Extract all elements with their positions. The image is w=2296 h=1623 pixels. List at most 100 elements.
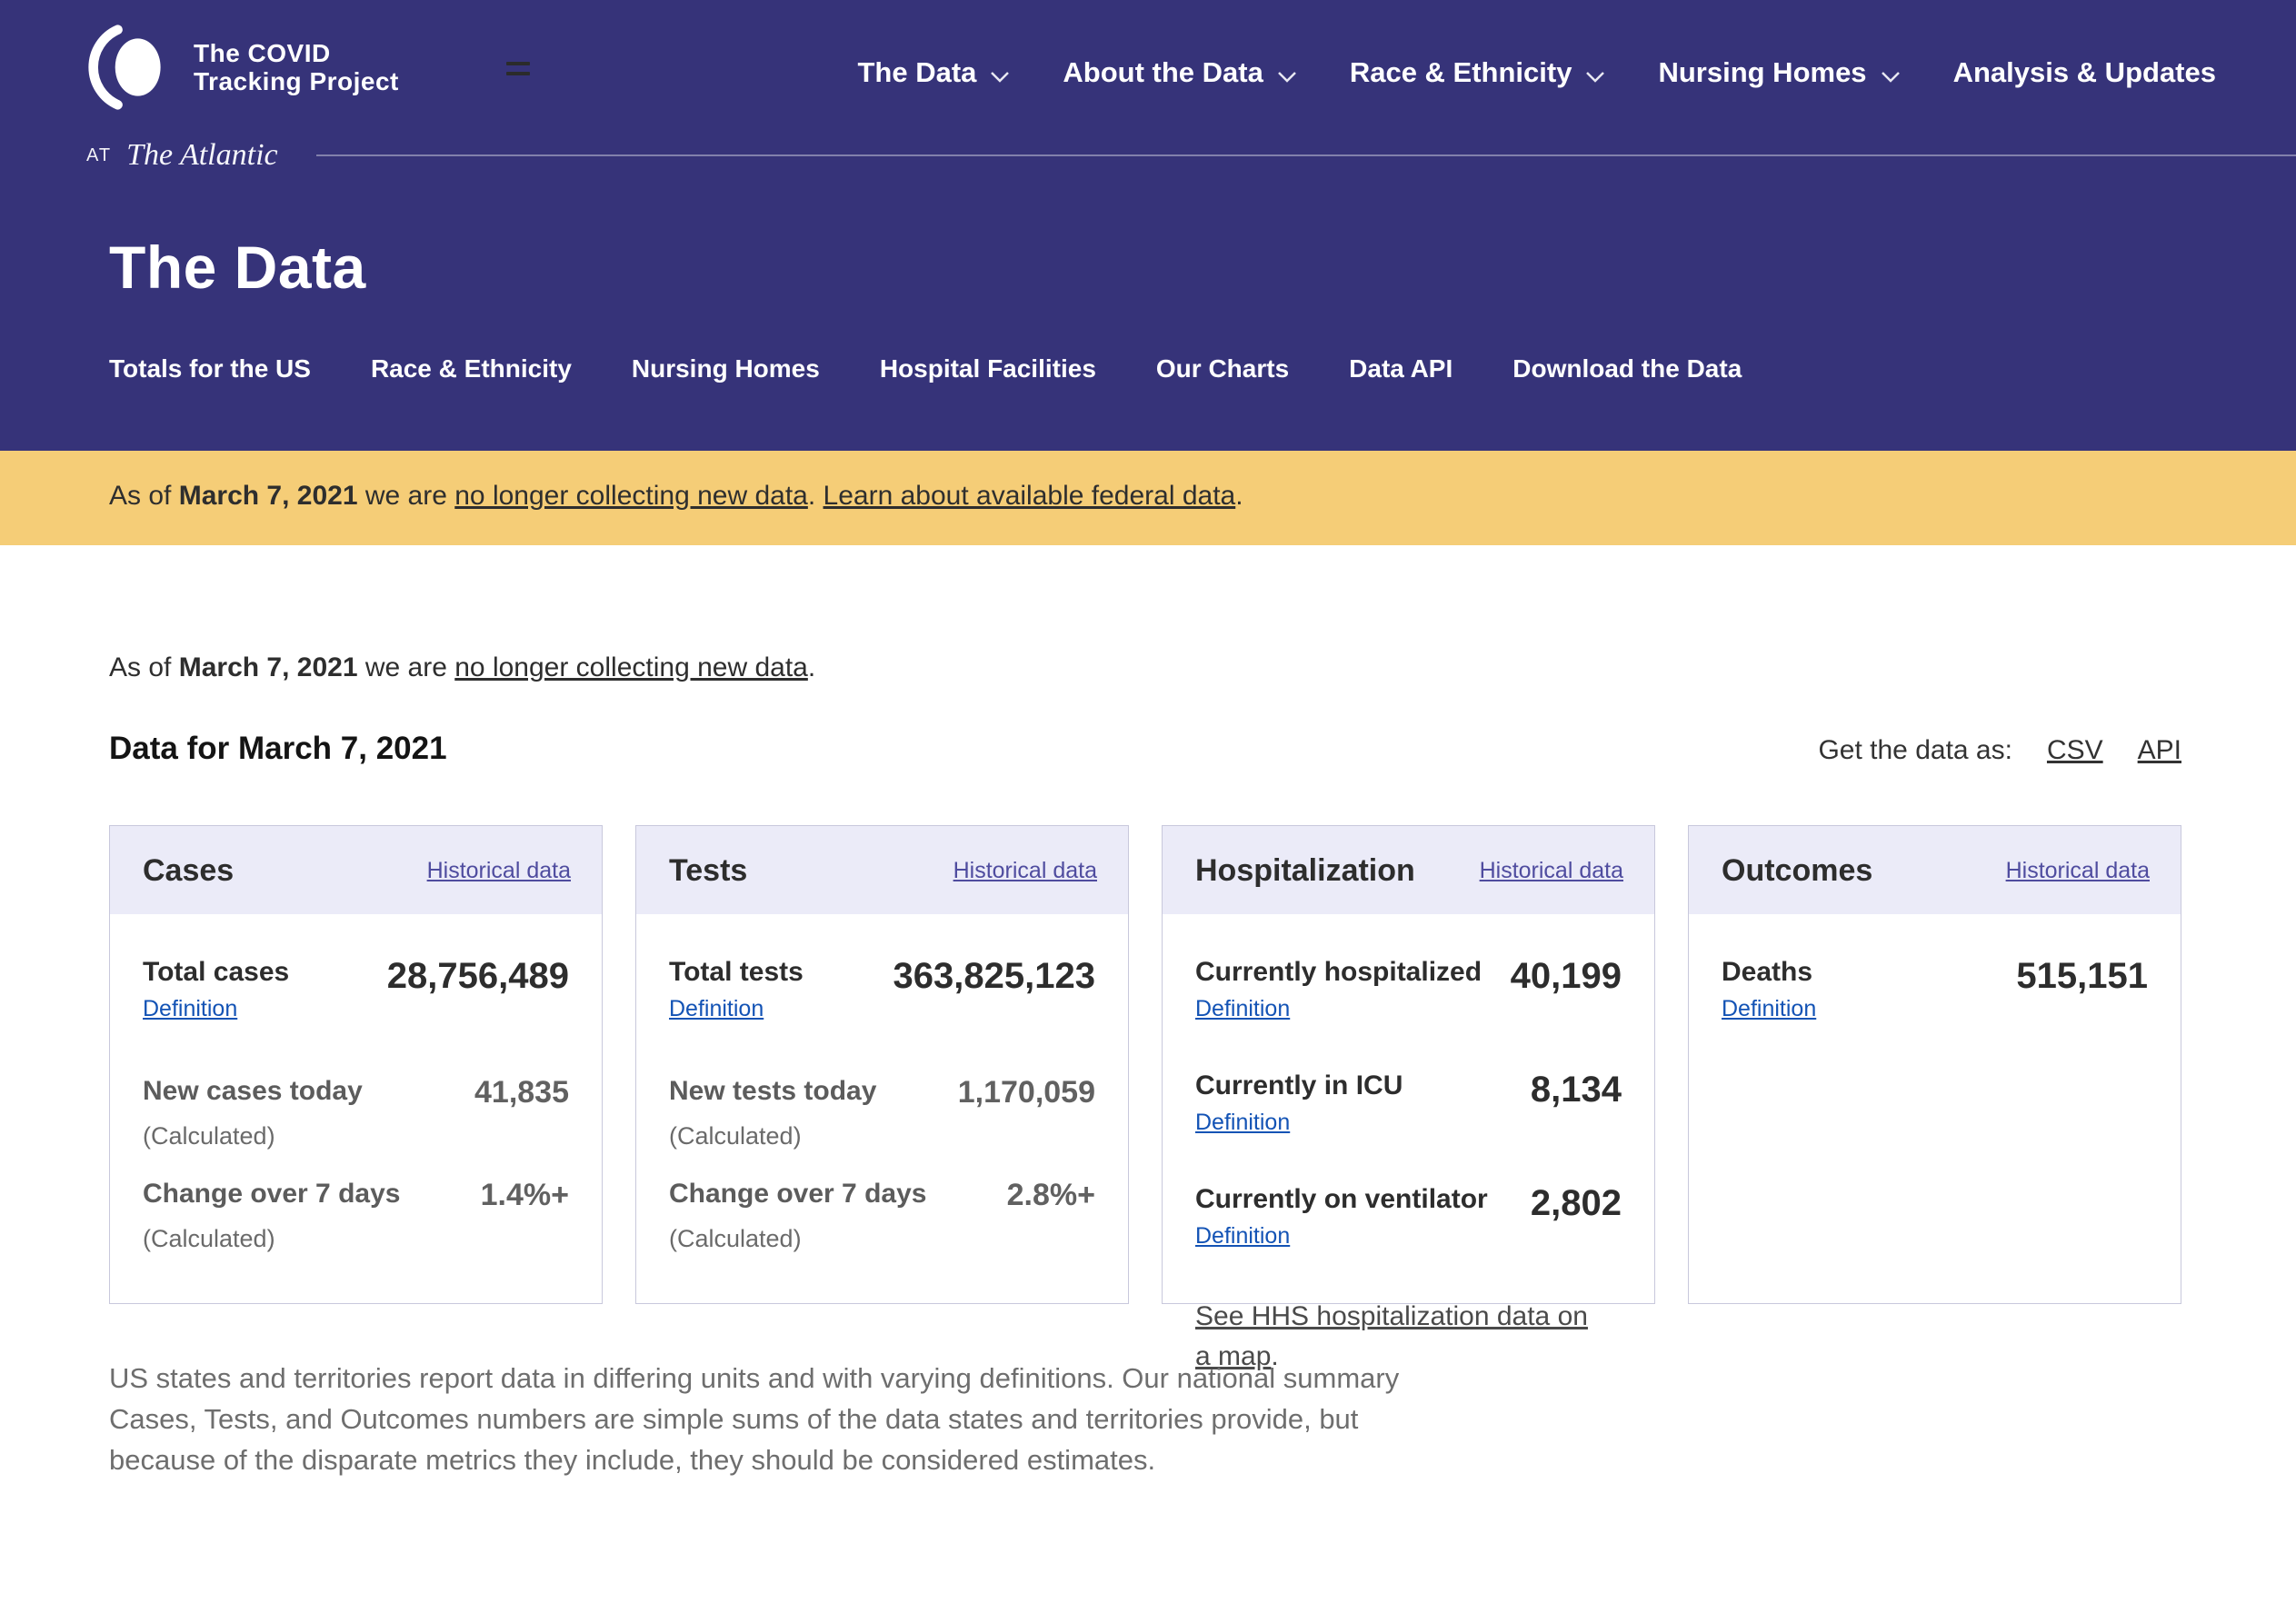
nav-item-analysis-updates[interactable]: Analysis & Updates	[1953, 56, 2216, 89]
stat-row: Total tests Definition 363,825,123	[669, 956, 1095, 1022]
brand-name-line1: The COVID	[194, 39, 399, 67]
nav-item-about-the-data[interactable]: About the Data	[1063, 55, 1296, 91]
calculated-note: (Calculated)	[669, 1225, 926, 1253]
csv-link[interactable]: CSV	[2047, 735, 2103, 766]
the-atlantic-wordmark[interactable]: The Atlantic	[126, 138, 278, 173]
card-header: Tests Historical data	[636, 826, 1128, 914]
stat-value: 1.4%+	[481, 1178, 569, 1213]
card-body: Total cases Definition 28,756,489 New ca…	[110, 914, 602, 1253]
get-data-group: Get the data as: CSV API	[1818, 735, 2181, 766]
nav-item-the-data[interactable]: The Data	[857, 55, 1010, 91]
card-header: Cases Historical data	[110, 826, 602, 914]
stat-value: 41,835	[474, 1075, 569, 1110]
card-hospitalization: Hospitalization Historical data Currentl…	[1162, 825, 1655, 1304]
card-title: Outcomes	[1722, 853, 1872, 889]
stat-label: New cases today	[143, 1075, 363, 1108]
stat-row: New cases today (Calculated) 41,835	[143, 1075, 569, 1150]
card-title: Cases	[143, 853, 234, 889]
menu-icon-bar	[506, 72, 530, 75]
banner-text: .	[808, 481, 815, 511]
card-outcomes: Outcomes Historical data Deaths Definiti…	[1688, 825, 2181, 1304]
historical-data-link[interactable]: Historical data	[953, 858, 1097, 884]
card-body: Total tests Definition 363,825,123 New t…	[636, 914, 1128, 1253]
stat-row: Currently in ICU Definition 8,134	[1195, 1070, 1622, 1136]
card-header: Hospitalization Historical data	[1163, 826, 1654, 914]
notice-banner: As of March 7, 2021 we are no longer col…	[0, 451, 2296, 545]
subnav-our-charts[interactable]: Our Charts	[1156, 354, 1289, 383]
nav-item-label: Analysis & Updates	[1953, 56, 2216, 89]
subnav-hospital-facilities[interactable]: Hospital Facilities	[880, 354, 1096, 383]
stat-row: Change over 7 days (Calculated) 2.8%+	[669, 1178, 1095, 1253]
banner-date: March 7, 2021	[179, 481, 358, 511]
calculated-note: (Calculated)	[143, 1225, 400, 1253]
definition-link[interactable]: Definition	[1722, 996, 1816, 1022]
stat-value: 515,151	[2016, 956, 2148, 997]
notice-text: .	[808, 652, 815, 682]
stat-value: 2.8%+	[1007, 1178, 1095, 1213]
card-header: Outcomes Historical data	[1689, 826, 2181, 914]
stat-row: Deaths Definition 515,151	[1722, 956, 2148, 1022]
definition-link[interactable]: Definition	[1195, 996, 1290, 1022]
banner-text: As of	[109, 481, 171, 511]
api-link[interactable]: API	[2138, 735, 2181, 766]
site-header: The COVID Tracking Project The Data Abou…	[0, 0, 2296, 451]
card-body: Deaths Definition 515,151	[1689, 914, 2181, 1022]
main-nav: The Data About the Data Race & Ethnicity	[857, 55, 2216, 91]
card-title: Hospitalization	[1195, 853, 1415, 889]
calculated-note: (Calculated)	[669, 1122, 876, 1150]
stat-label: Currently on ventilator	[1195, 1183, 1488, 1216]
estimates-footnote: US states and territories report data in…	[109, 1359, 1441, 1481]
nav-item-nursing-homes[interactable]: Nursing Homes	[1658, 55, 1900, 91]
subnav-totals-for-the-us[interactable]: Totals for the US	[109, 354, 311, 383]
definition-link[interactable]: Definition	[1195, 1110, 1290, 1136]
banner-link-federal-data[interactable]: Learn about available federal data	[824, 481, 1236, 511]
subnav-race-ethnicity[interactable]: Race & Ethnicity	[371, 354, 572, 383]
menu-icon[interactable]	[506, 62, 530, 82]
card-title: Tests	[669, 853, 747, 889]
stat-row: Currently on ventilator Definition 2,802	[1195, 1183, 1622, 1250]
brand-name: The COVID Tracking Project	[194, 39, 399, 96]
notice-text: we are	[365, 652, 447, 682]
stat-value: 2,802	[1531, 1183, 1622, 1224]
stat-row: New tests today (Calculated) 1,170,059	[669, 1075, 1095, 1150]
brand-logo[interactable]: The COVID Tracking Project	[86, 24, 399, 111]
header-divider	[316, 154, 2296, 156]
section-title: Data for March 7, 2021	[109, 731, 447, 767]
historical-data-link[interactable]: Historical data	[1480, 858, 1623, 884]
definition-link[interactable]: Definition	[1195, 1223, 1290, 1250]
stat-row: Change over 7 days (Calculated) 1.4%+	[143, 1178, 569, 1253]
card-body: Currently hospitalized Definition 40,199…	[1163, 914, 1654, 1376]
nav-item-label: Nursing Homes	[1658, 56, 1866, 89]
page-notice: As of March 7, 2021 we are no longer col…	[109, 652, 2181, 683]
atlantic-row: AT The Atlantic	[0, 138, 2296, 173]
banner-link-no-longer-collecting[interactable]: no longer collecting new data	[454, 481, 808, 511]
subnav-data-api[interactable]: Data API	[1349, 354, 1452, 383]
notice-link-no-longer-collecting[interactable]: no longer collecting new data	[454, 652, 808, 682]
stat-label: Total cases	[143, 956, 289, 989]
covid-tracking-logo-icon	[86, 24, 174, 111]
banner-text: .	[1235, 481, 1243, 511]
notice-date: March 7, 2021	[179, 652, 358, 682]
nav-item-label: The Data	[857, 56, 976, 89]
brand-name-line2: Tracking Project	[194, 67, 399, 95]
menu-icon-bar	[506, 62, 530, 65]
nav-item-race-ethnicity[interactable]: Race & Ethnicity	[1350, 55, 1606, 91]
notice-text: As of	[109, 652, 171, 682]
subnav-download-the-data[interactable]: Download the Data	[1512, 354, 1742, 383]
stat-label: Change over 7 days	[669, 1178, 926, 1210]
historical-data-link[interactable]: Historical data	[2006, 858, 2150, 884]
top-bar: The COVID Tracking Project The Data Abou…	[0, 0, 2296, 111]
chevron-down-icon	[1277, 58, 1297, 91]
historical-data-link[interactable]: Historical data	[427, 858, 571, 884]
chevron-down-icon	[1881, 58, 1901, 91]
stat-label: Deaths	[1722, 956, 1816, 989]
definition-link[interactable]: Definition	[143, 996, 237, 1022]
at-label: AT	[86, 145, 112, 166]
stat-label: Currently hospitalized	[1195, 956, 1482, 989]
stat-value: 1,170,059	[958, 1075, 1095, 1110]
stat-label: Currently in ICU	[1195, 1070, 1403, 1102]
data-subnav: Totals for the US Race & Ethnicity Nursi…	[109, 354, 2296, 383]
subnav-nursing-homes[interactable]: Nursing Homes	[632, 354, 820, 383]
stat-value: 28,756,489	[387, 956, 569, 997]
definition-link[interactable]: Definition	[669, 996, 764, 1022]
